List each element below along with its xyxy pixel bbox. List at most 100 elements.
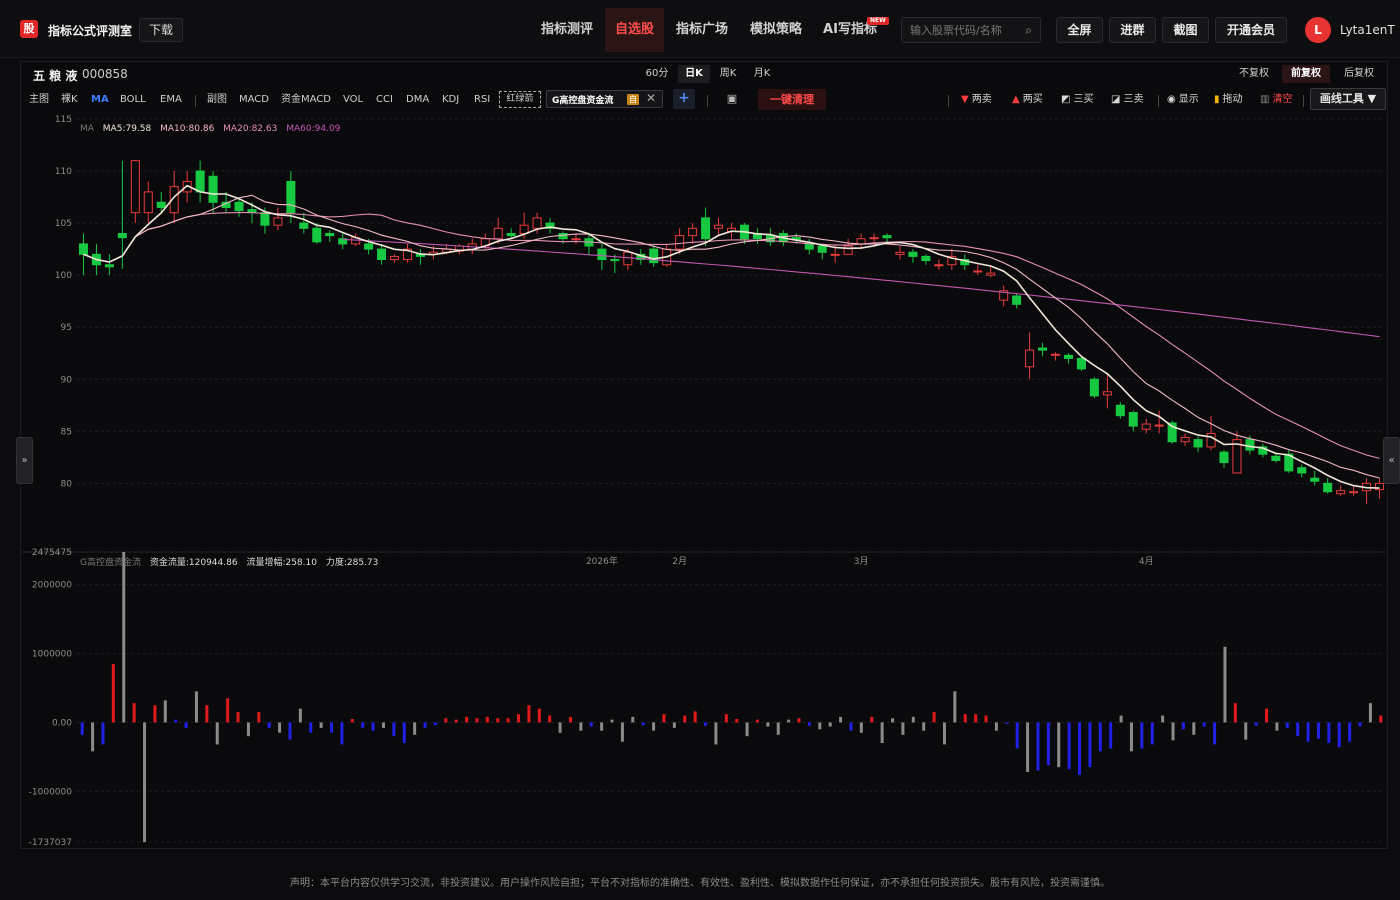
ma60-line xyxy=(342,238,1380,338)
chart-canvas[interactable]: 80 85 90 95 100 105 110 115 2026年 2月 3月 4月 2475475 20… xyxy=(0,0,1400,900)
flow-bar xyxy=(537,708,541,723)
flow-bar xyxy=(371,722,375,731)
flow-tick-label: 2475475 xyxy=(32,548,72,558)
flow-bar xyxy=(662,714,666,723)
candle-body xyxy=(597,248,607,261)
flow-bar xyxy=(1078,722,1082,775)
flow-bar xyxy=(132,703,136,723)
flow-bar xyxy=(527,705,531,723)
flow-bar xyxy=(1181,722,1185,730)
flow-bar xyxy=(568,716,572,723)
candle-body xyxy=(804,243,814,250)
candle-body xyxy=(1349,491,1359,494)
flow-bar xyxy=(641,722,645,726)
flow-bar xyxy=(257,712,261,723)
flow-bar xyxy=(392,722,396,737)
candle-body xyxy=(817,245,827,253)
flow-bar xyxy=(1223,646,1227,723)
candle-body xyxy=(312,227,322,243)
flow-bar xyxy=(672,722,676,728)
flow-bar xyxy=(1046,722,1050,766)
price-tick-label: 85 xyxy=(61,427,72,437)
flow-bar xyxy=(267,722,271,728)
candle-body xyxy=(260,212,270,226)
candle-body xyxy=(1025,349,1035,368)
flow-bar xyxy=(1140,722,1144,749)
flow-bar xyxy=(506,718,510,723)
flow-bar xyxy=(963,714,967,723)
candle-body xyxy=(869,237,879,240)
price-tick-label: 105 xyxy=(55,219,72,229)
flow-bar xyxy=(787,719,791,723)
flow-bar xyxy=(610,719,614,723)
date-tick-label: 3月 xyxy=(854,556,869,567)
flow-bar xyxy=(475,718,479,723)
flow-bar xyxy=(901,722,905,735)
flow-bar xyxy=(1129,722,1133,752)
left-expand-handle[interactable]: » xyxy=(16,437,33,484)
flow-bar xyxy=(215,722,219,745)
right-expand-handle[interactable]: « xyxy=(1383,437,1400,484)
flow-bar xyxy=(122,552,126,723)
flow-bar xyxy=(288,722,292,740)
flow-bar xyxy=(101,722,105,745)
candle-body xyxy=(714,224,724,229)
flow-tick-label: -1737037 xyxy=(29,838,72,848)
candle-body xyxy=(195,170,205,193)
flow-bar xyxy=(1368,703,1372,723)
candle-body xyxy=(1038,347,1048,351)
candle-body xyxy=(390,255,400,261)
candle-body xyxy=(1128,412,1138,427)
candle-body xyxy=(843,245,853,255)
flow-bar xyxy=(974,714,978,723)
flow-bar xyxy=(922,722,926,731)
candle-body xyxy=(688,227,698,237)
candle-body xyxy=(675,235,685,250)
candle-body xyxy=(701,217,711,240)
flow-tick-label: 0.00 xyxy=(52,718,72,728)
flow-bar xyxy=(1379,715,1383,723)
flow-bar xyxy=(735,718,739,723)
ma20-line xyxy=(83,212,1380,459)
candle-body xyxy=(1141,423,1151,430)
flow-bar xyxy=(205,705,209,723)
candle-body xyxy=(78,243,88,255)
candle-body xyxy=(908,251,918,257)
flow-bar xyxy=(891,718,895,723)
candle-body xyxy=(1050,353,1061,356)
flow-bar xyxy=(1171,722,1175,741)
flow-bar xyxy=(465,716,469,723)
flow-bar xyxy=(1265,708,1269,723)
flow-bar xyxy=(350,718,354,723)
flow-bar xyxy=(683,715,687,723)
candle-body xyxy=(973,270,983,273)
candle-body xyxy=(623,251,633,266)
flow-bar xyxy=(1088,722,1092,768)
candle-body xyxy=(104,264,114,268)
candle-body xyxy=(519,224,529,235)
flow-bar xyxy=(1026,722,1030,772)
flow-bar xyxy=(1192,722,1196,735)
flow-bar xyxy=(1161,715,1165,723)
candle-body xyxy=(856,238,866,245)
candle-body xyxy=(1297,467,1307,474)
candle-body xyxy=(1206,432,1216,448)
candle-body xyxy=(1076,357,1086,370)
flow-bar xyxy=(444,718,448,723)
flow-bar xyxy=(600,722,604,731)
flow-tick-label: -1000000 xyxy=(29,787,73,797)
flow-bar xyxy=(1306,722,1310,742)
flow-bar xyxy=(194,691,198,723)
flow-bar xyxy=(548,715,552,723)
candle-body xyxy=(1323,482,1333,493)
flow-bar xyxy=(1036,722,1040,771)
flow-bar xyxy=(174,719,178,723)
flow-bar xyxy=(143,722,147,842)
flow-bar xyxy=(517,714,521,723)
flow-bar xyxy=(693,711,697,723)
flow-bar xyxy=(236,712,240,723)
flow-bar xyxy=(163,700,167,723)
candle-body xyxy=(1154,424,1164,427)
flow-bar xyxy=(745,722,749,737)
flow-bar xyxy=(579,722,583,731)
